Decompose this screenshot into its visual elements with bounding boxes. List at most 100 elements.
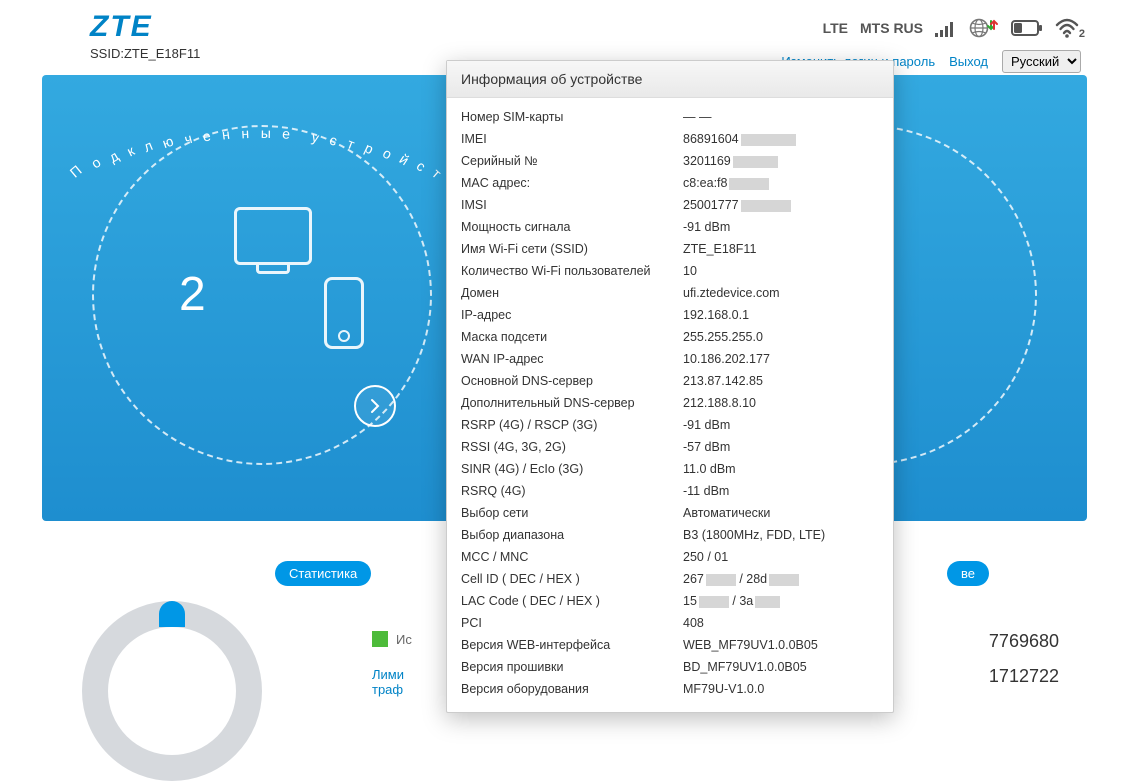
battery-icon bbox=[1011, 19, 1043, 37]
info-row: Количество Wi-Fi пользователей10 bbox=[461, 260, 879, 282]
traffic-limit-link[interactable]: Лими траф bbox=[372, 667, 412, 697]
operator: MTS RUS bbox=[860, 20, 923, 36]
devices-circle: Подключенные устройства 2 bbox=[92, 125, 432, 465]
info-row: RSSI (4G, 3G, 2G)-57 dBm bbox=[461, 436, 879, 458]
info-key: RSRQ (4G) bbox=[461, 484, 683, 498]
info-value: 3201169 bbox=[683, 154, 879, 168]
info-row: Маска подсети255.255.255.0 bbox=[461, 326, 879, 348]
info-value: WEB_MF79UV1.0.0B05 bbox=[683, 638, 879, 652]
stat-number-2: 1712722 bbox=[989, 666, 1059, 687]
info-row: WAN IP-адрес10.186.202.177 bbox=[461, 348, 879, 370]
info-key: IMSI bbox=[461, 198, 683, 212]
monitor-icon bbox=[234, 207, 312, 265]
wifi-icon: 2 bbox=[1055, 18, 1081, 38]
redacted bbox=[769, 574, 799, 586]
modal-body: Номер SIM-карты— —IMEI86891604Серийный №… bbox=[447, 98, 893, 712]
globe-icon bbox=[969, 18, 999, 38]
info-value: Автоматически bbox=[683, 506, 879, 520]
redacted bbox=[699, 596, 729, 608]
phone-icon bbox=[324, 277, 364, 349]
info-row: Дополнительный DNS-сервер212.188.8.10 bbox=[461, 392, 879, 414]
info-key: WAN IP-адрес bbox=[461, 352, 683, 366]
info-value: c8:ea:f8 bbox=[683, 176, 879, 190]
info-value: BD_MF79UV1.0.0B05 bbox=[683, 660, 879, 674]
info-row: MCC / MNC250 / 01 bbox=[461, 546, 879, 568]
language-select[interactable]: Русский bbox=[1002, 50, 1081, 73]
stat-number-1: 7769680 bbox=[989, 631, 1059, 652]
info-row: IMSI25001777 bbox=[461, 194, 879, 216]
device-icons bbox=[234, 207, 312, 265]
info-key: Версия оборудования bbox=[461, 682, 683, 696]
info-key: IP-адрес bbox=[461, 308, 683, 322]
info-row: SINR (4G) / EcIo (3G)11.0 dBm bbox=[461, 458, 879, 480]
stats-badge[interactable]: Статистика bbox=[275, 561, 371, 586]
info-key: RSSI (4G, 3G, 2G) bbox=[461, 440, 683, 454]
info-value: 10.186.202.177 bbox=[683, 352, 879, 366]
info-key: Основной DNS-сервер bbox=[461, 374, 683, 388]
redacted bbox=[741, 200, 791, 212]
devices-title: Подключенные устройства bbox=[94, 125, 430, 141]
redacted bbox=[733, 156, 778, 168]
info-row: Cell ID ( DEC / HEX )267 / 28d bbox=[461, 568, 879, 590]
info-value: B3 (1800MHz, FDD, LTE) bbox=[683, 528, 879, 542]
info-key: LAC Code ( DEC / HEX ) bbox=[461, 594, 683, 608]
info-row: RSRQ (4G)-11 dBm bbox=[461, 480, 879, 502]
info-key: SINR (4G) / EcIo (3G) bbox=[461, 462, 683, 476]
signal-icon bbox=[935, 19, 957, 37]
logout-link[interactable]: Выход bbox=[949, 54, 988, 69]
info-value: 192.168.0.1 bbox=[683, 308, 879, 322]
info-key: Выбор диапазона bbox=[461, 528, 683, 542]
info-key: IMEI bbox=[461, 132, 683, 146]
info-row: Основной DNS-сервер213.87.142.85 bbox=[461, 370, 879, 392]
legend-used-label: Ис bbox=[396, 632, 412, 647]
info-value: 267 / 28d bbox=[683, 572, 879, 586]
info-row: Номер SIM-карты— — bbox=[461, 106, 879, 128]
right-badge[interactable]: ве bbox=[947, 561, 989, 586]
wifi-count-badge: 2 bbox=[1079, 28, 1085, 40]
info-key: Серийный № bbox=[461, 154, 683, 168]
info-row: PCI408 bbox=[461, 612, 879, 634]
info-value: 408 bbox=[683, 616, 879, 630]
info-key: Cell ID ( DEC / HEX ) bbox=[461, 572, 683, 586]
info-value: ufi.ztedevice.com bbox=[683, 286, 879, 300]
modal-title: Информация об устройстве bbox=[447, 61, 893, 98]
redacted bbox=[706, 574, 736, 586]
network-type: LTE bbox=[823, 20, 848, 36]
traffic-donut bbox=[82, 601, 262, 781]
info-key: Версия WEB-интерфейса bbox=[461, 638, 683, 652]
device-count: 2 bbox=[179, 267, 206, 322]
info-key: Количество Wi-Fi пользователей bbox=[461, 264, 683, 278]
legend-swatch-used bbox=[372, 631, 388, 647]
info-key: Имя Wi-Fi сети (SSID) bbox=[461, 242, 683, 256]
info-row: IP-адрес192.168.0.1 bbox=[461, 304, 879, 326]
info-row: Выбор сетиАвтоматически bbox=[461, 502, 879, 524]
chevron-right-icon bbox=[367, 398, 383, 414]
info-row: Серийный №3201169 bbox=[461, 150, 879, 172]
info-value: 213.87.142.85 bbox=[683, 374, 879, 388]
redacted bbox=[755, 596, 780, 608]
info-value: 212.188.8.10 bbox=[683, 396, 879, 410]
info-value: ZTE_E18F11 bbox=[683, 242, 879, 256]
info-row: Версия WEB-интерфейсаWEB_MF79UV1.0.0B05 bbox=[461, 634, 879, 656]
info-row: IMEI86891604 bbox=[461, 128, 879, 150]
info-value: -91 dBm bbox=[683, 220, 879, 234]
info-key: Дополнительный DNS-сервер bbox=[461, 396, 683, 410]
info-key: PCI bbox=[461, 616, 683, 630]
info-value: -11 dBm bbox=[683, 484, 879, 498]
info-key: Домен bbox=[461, 286, 683, 300]
info-row: Выбор диапазонаB3 (1800MHz, FDD, LTE) bbox=[461, 524, 879, 546]
info-value: 10 bbox=[683, 264, 879, 278]
info-row: Мощность сигнала-91 dBm bbox=[461, 216, 879, 238]
device-info-modal: Информация об устройстве Номер SIM-карты… bbox=[446, 60, 894, 713]
redacted bbox=[729, 178, 769, 190]
next-button[interactable] bbox=[354, 385, 396, 427]
info-value: 255.255.255.0 bbox=[683, 330, 879, 344]
info-row: LAC Code ( DEC / HEX )15 / 3a bbox=[461, 590, 879, 612]
info-key: MAC адрес: bbox=[461, 176, 683, 190]
info-key: Версия прошивки bbox=[461, 660, 683, 674]
info-key: Маска подсети bbox=[461, 330, 683, 344]
info-value: 11.0 dBm bbox=[683, 462, 879, 476]
info-value: 250 / 01 bbox=[683, 550, 879, 564]
info-value: 25001777 bbox=[683, 198, 879, 212]
info-key: MCC / MNC bbox=[461, 550, 683, 564]
